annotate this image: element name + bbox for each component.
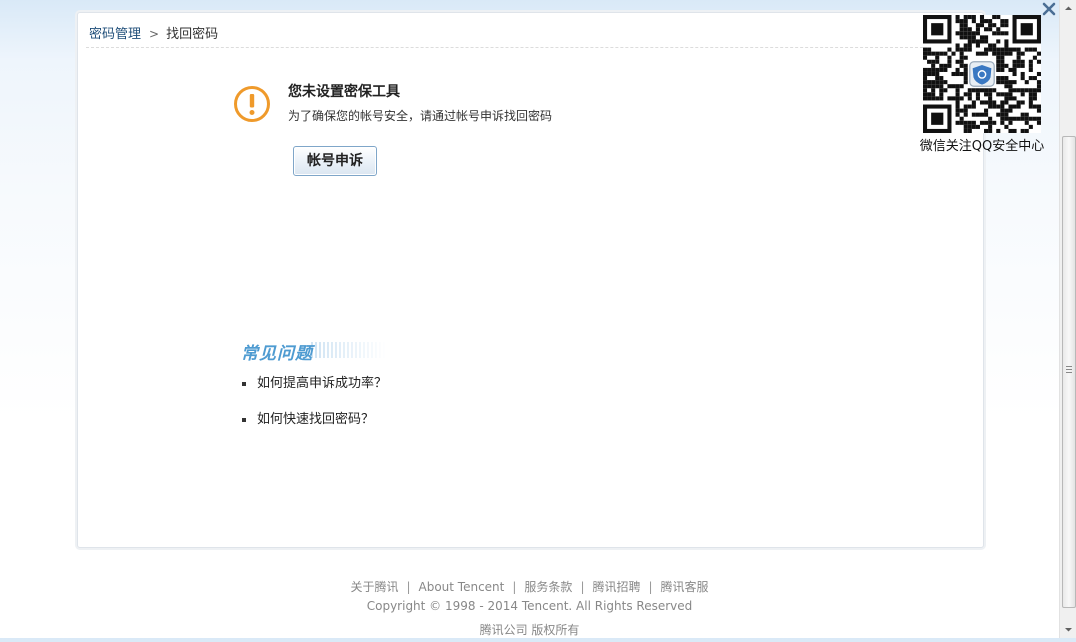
scrollbar-thumb[interactable] (1062, 136, 1076, 608)
account-appeal-button[interactable]: 帐号申诉 (293, 146, 377, 176)
breadcrumb-current: 找回密码 (166, 27, 219, 42)
footer-link-about-tencent-cn[interactable]: 关于腾讯 (350, 580, 398, 594)
bullet-icon (242, 381, 246, 386)
notice-title: 您未设置密保工具 (288, 84, 400, 100)
notice-description: 为了确保您的帐号安全，请通过帐号申诉找回密码 (288, 109, 553, 123)
breadcrumb: 密码管理 > 找回密码 (89, 23, 218, 45)
wechat-qr-block: 微信关注QQ安全中心 (918, 15, 1046, 155)
scroll-down-button[interactable] (1060, 621, 1076, 638)
footer-links: 关于腾讯 | About Tencent | 服务条款 | 腾讯招聘 | 腾讯客服 (0, 578, 1059, 595)
warning-exclamation-icon (234, 86, 270, 122)
footer-company: 腾讯公司 版权所有 (479, 623, 580, 637)
grip-line (1066, 372, 1072, 373)
faq-title: 常见问题 (241, 344, 313, 364)
scroll-up-button[interactable] (1060, 0, 1076, 17)
close-icon[interactable] (1041, 1, 1057, 17)
breadcrumb-password-management[interactable]: 密码管理 (89, 27, 141, 42)
footer-link-careers[interactable]: 腾讯招聘 (592, 580, 640, 594)
faq-item-improve-success[interactable]: 如何提高申诉成功率？ (242, 372, 387, 391)
faq-header-decoration (311, 342, 386, 358)
main-panel: 密码管理 > 找回密码 您未设置密保工具 为了确保您的帐号安全，请通过帐号申诉找回密… (77, 12, 984, 548)
faq-item-label: 如何快速找回密码？ (257, 412, 375, 427)
footer-separator: | (512, 580, 517, 594)
qr-caption: 微信关注QQ安全中心 (919, 139, 1045, 154)
footer-separator: | (406, 580, 411, 594)
faq-item-label: 如何提高申诉成功率？ (257, 376, 388, 391)
bullet-icon (242, 417, 246, 422)
scroll-up-arrow-icon (1065, 6, 1072, 10)
footer-separator: | (580, 580, 585, 594)
scroll-down-arrow-icon (1065, 628, 1072, 632)
footer-link-about-tencent[interactable]: About Tencent (419, 580, 505, 594)
grip-line (1066, 366, 1072, 367)
grip-line (1066, 369, 1072, 370)
footer-separator: | (648, 580, 653, 594)
qr-code-icon (923, 15, 1041, 133)
vertical-scrollbar[interactable] (1059, 0, 1076, 638)
footer-link-customer-service[interactable]: 腾讯客服 (661, 580, 709, 594)
faq-header: 常见问题 (241, 339, 391, 364)
breadcrumb-separator: > (149, 27, 160, 41)
faq-item-quick-recover[interactable]: 如何快速找回密码？ (242, 408, 374, 427)
footer-copyright: Copyright © 1998 - 2014 Tencent. All Rig… (366, 599, 693, 613)
breadcrumb-divider (86, 47, 923, 48)
footer-link-terms[interactable]: 服务条款 (524, 580, 572, 594)
